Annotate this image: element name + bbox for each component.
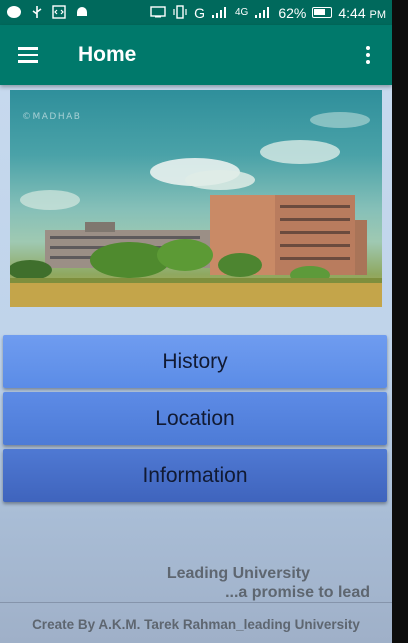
circle-notification-icon [6, 5, 22, 21]
code-icon [52, 4, 66, 21]
status-bar: G 4G 62% 4:44 PM [0, 0, 392, 25]
vibrate-icon [172, 4, 188, 21]
signal-strength-icon [211, 6, 229, 20]
page-title: Home [78, 43, 137, 66]
university-name: Leading University [166, 565, 310, 582]
android-debug-icon [75, 5, 89, 21]
photo-watermark: ©MADHAB [22, 112, 82, 122]
screen-edge [392, 0, 408, 643]
app-bar: Home [0, 25, 392, 85]
usb-icon [31, 5, 43, 21]
app-screen: G 4G 62% 4:44 PM Home ©MADHAB History Lo… [0, 0, 392, 643]
overflow-menu-icon[interactable] [344, 25, 392, 85]
battery-icon [312, 7, 333, 18]
signal-strength-icon-2 [254, 6, 272, 20]
university-slogan: ...a promise to lead [225, 584, 370, 601]
battery-percent: 62% [278, 4, 307, 21]
campus-banner-image: ©MADHAB [10, 90, 382, 307]
cast-icon [150, 5, 166, 20]
footer-divider [0, 602, 392, 603]
location-button[interactable]: Location [3, 392, 387, 445]
footer-credit: Create By A.K.M. Tarek Rahman_leading Un… [32, 617, 360, 632]
network-type-label: 4G [234, 7, 249, 18]
clock: 4:44 PM [338, 4, 386, 21]
hamburger-menu-icon[interactable] [0, 25, 56, 85]
history-button[interactable]: History [3, 335, 387, 388]
signal-type-label: G [194, 4, 205, 21]
information-button[interactable]: Information [3, 449, 387, 502]
